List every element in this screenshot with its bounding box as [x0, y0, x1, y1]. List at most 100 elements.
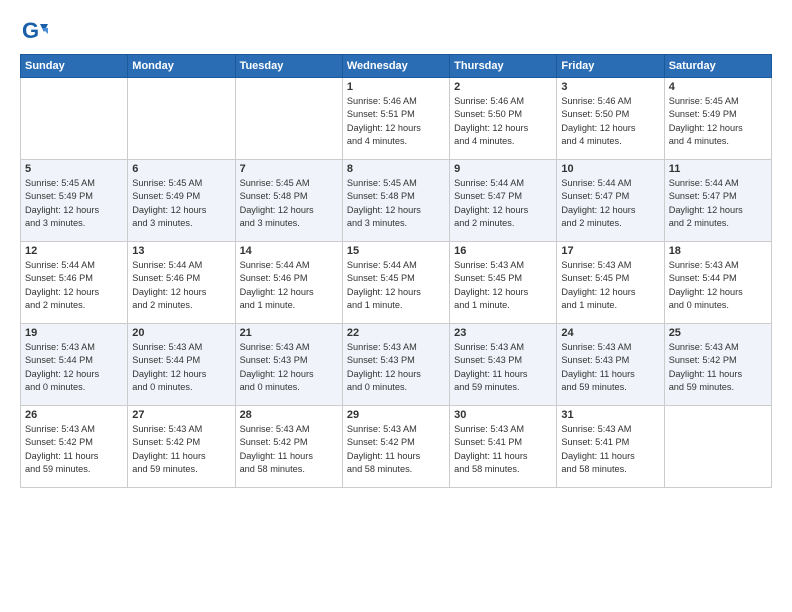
calendar-cell: 22Sunrise: 5:43 AMSunset: 5:43 PMDayligh…	[342, 324, 449, 406]
day-info-line: Sunrise: 5:44 AM	[25, 259, 123, 272]
day-info-line: Sunrise: 5:46 AM	[561, 95, 659, 108]
day-info: Sunrise: 5:44 AMSunset: 5:45 PMDaylight:…	[347, 259, 445, 312]
day-info-line: and 3 minutes.	[25, 217, 123, 230]
page-header: G	[20, 18, 772, 46]
day-info-line: Daylight: 11 hours	[561, 450, 659, 463]
day-info: Sunrise: 5:44 AMSunset: 5:47 PMDaylight:…	[454, 177, 552, 230]
day-number: 11	[669, 163, 767, 175]
day-info-line: Sunrise: 5:45 AM	[25, 177, 123, 190]
day-info-line: Daylight: 12 hours	[25, 368, 123, 381]
day-info: Sunrise: 5:43 AMSunset: 5:43 PMDaylight:…	[561, 341, 659, 394]
day-info-line: Daylight: 11 hours	[240, 450, 338, 463]
day-info-line: Daylight: 11 hours	[561, 368, 659, 381]
day-number: 17	[561, 245, 659, 257]
day-info-line: Sunset: 5:43 PM	[240, 354, 338, 367]
day-info: Sunrise: 5:43 AMSunset: 5:42 PMDaylight:…	[132, 423, 230, 476]
day-info-line: Daylight: 12 hours	[25, 286, 123, 299]
day-info-line: Sunset: 5:42 PM	[25, 436, 123, 449]
day-info-line: Sunrise: 5:43 AM	[454, 423, 552, 436]
day-info-line: Sunrise: 5:44 AM	[669, 177, 767, 190]
calendar-cell: 13Sunrise: 5:44 AMSunset: 5:46 PMDayligh…	[128, 242, 235, 324]
logo-icon: G	[20, 18, 48, 46]
day-info-line: Daylight: 12 hours	[240, 286, 338, 299]
calendar-week-row: 26Sunrise: 5:43 AMSunset: 5:42 PMDayligh…	[21, 406, 772, 488]
day-info-line: Sunset: 5:44 PM	[669, 272, 767, 285]
day-info-line: Sunrise: 5:44 AM	[132, 259, 230, 272]
day-info-line: and 0 minutes.	[240, 381, 338, 394]
day-info-line: Daylight: 12 hours	[347, 204, 445, 217]
day-info: Sunrise: 5:45 AMSunset: 5:49 PMDaylight:…	[669, 95, 767, 148]
day-number: 25	[669, 327, 767, 339]
calendar-cell: 24 Sunrise: 5:43 AMSunset: 5:43 PMDayligh…	[557, 324, 664, 406]
day-info: Sunrise: 5:46 AMSunset: 5:50 PMDaylight:…	[454, 95, 552, 148]
day-info-line: Sunrise: 5:45 AM	[132, 177, 230, 190]
day-info-line: and 58 minutes.	[561, 463, 659, 476]
day-info-line: Sunset: 5:43 PM	[561, 354, 659, 367]
day-info-line: Sunrise: 5:43 AM	[347, 341, 445, 354]
day-info-line: Daylight: 12 hours	[240, 204, 338, 217]
day-number: 5	[25, 163, 123, 175]
day-info-line: Sunset: 5:46 PM	[25, 272, 123, 285]
day-info-line: Sunrise: 5:43 AM	[132, 423, 230, 436]
day-info: Sunrise: 5:44 AMSunset: 5:46 PMDaylight:…	[240, 259, 338, 312]
day-info-line: Sunset: 5:51 PM	[347, 108, 445, 121]
day-info: Sunrise: 5:43 AMSunset: 5:45 PMDaylight:…	[561, 259, 659, 312]
day-info-line: and 0 minutes.	[347, 381, 445, 394]
day-info-line: Sunrise: 5:43 AM	[240, 341, 338, 354]
calendar-table: SundayMondayTuesdayWednesdayThursdayFrid…	[20, 54, 772, 488]
day-info-line: and 1 minute.	[454, 299, 552, 312]
calendar-cell: 30Sunrise: 5:43 AMSunset: 5:41 PMDayligh…	[450, 406, 557, 488]
day-info-line: and 1 minute.	[347, 299, 445, 312]
day-number: 12	[25, 245, 123, 257]
calendar-cell: 26 Sunrise: 5:43 AMSunset: 5:42 PMDayligh…	[21, 406, 128, 488]
calendar-cell: 31Sunrise: 5:43 AMSunset: 5:41 PMDayligh…	[557, 406, 664, 488]
day-info-line: Daylight: 12 hours	[25, 204, 123, 217]
day-info-line: Sunrise: 5:43 AM	[561, 259, 659, 272]
day-number: 19	[25, 327, 123, 339]
day-info-line: and 4 minutes.	[561, 135, 659, 148]
calendar-cell: 1Sunrise: 5:46 AMSunset: 5:51 PMDaylight…	[342, 78, 449, 160]
day-info-line: Sunrise: 5:44 AM	[240, 259, 338, 272]
calendar-cell	[664, 406, 771, 488]
day-number: 3	[561, 81, 659, 93]
day-info-line: Sunrise: 5:46 AM	[454, 95, 552, 108]
weekday-header-saturday: Saturday	[664, 55, 771, 78]
calendar-cell: 12 Sunrise: 5:44 AMSunset: 5:46 PMDayligh…	[21, 242, 128, 324]
day-info-line: Sunset: 5:42 PM	[240, 436, 338, 449]
day-info-line: Sunset: 5:49 PM	[25, 190, 123, 203]
day-info-line: Daylight: 12 hours	[347, 286, 445, 299]
day-info-line: Sunrise: 5:43 AM	[347, 423, 445, 436]
calendar-week-row: 12Sunrise: 5:44 AMSunset: 5:46 PMDayligh…	[21, 242, 772, 324]
weekday-header-wednesday: Wednesday	[342, 55, 449, 78]
day-info-line: Sunrise: 5:43 AM	[25, 423, 123, 436]
day-info-line: Daylight: 12 hours	[132, 204, 230, 217]
calendar-cell: 16Sunrise: 5:43 AMSunset: 5:45 PMDayligh…	[450, 242, 557, 324]
calendar-cell	[128, 78, 235, 160]
day-info-line: and 0 minutes.	[132, 381, 230, 394]
day-info-line: Sunrise: 5:43 AM	[454, 259, 552, 272]
day-info: Sunrise: 5:46 AMSunset: 5:50 PMDaylight:…	[561, 95, 659, 148]
day-info-line: and 3 minutes.	[132, 217, 230, 230]
day-number: 6	[132, 163, 230, 175]
day-info-line: Daylight: 12 hours	[454, 122, 552, 135]
day-info-line: Sunset: 5:47 PM	[454, 190, 552, 203]
day-info-line: and 58 minutes.	[240, 463, 338, 476]
day-number: 26	[25, 409, 123, 421]
day-info-line: Sunset: 5:48 PM	[240, 190, 338, 203]
day-info-line: Daylight: 12 hours	[669, 122, 767, 135]
day-info-line: and 58 minutes.	[347, 463, 445, 476]
day-info-line: Daylight: 11 hours	[454, 368, 552, 381]
calendar-cell: 15Sunrise: 5:44 AMSunset: 5:45 PMDayligh…	[342, 242, 449, 324]
day-info-line: and 1 minute.	[240, 299, 338, 312]
day-info-line: Daylight: 11 hours	[25, 450, 123, 463]
day-number: 4	[669, 81, 767, 93]
svg-text:G: G	[22, 18, 39, 43]
day-info: Sunrise: 5:43 AMSunset: 5:44 PMDaylight:…	[669, 259, 767, 312]
day-number: 1	[347, 81, 445, 93]
day-info-line: Sunrise: 5:43 AM	[669, 341, 767, 354]
calendar-cell	[21, 78, 128, 160]
day-number: 24	[561, 327, 659, 339]
day-number: 23	[454, 327, 552, 339]
day-info-line: Sunset: 5:47 PM	[561, 190, 659, 203]
day-info-line: and 59 minutes.	[132, 463, 230, 476]
